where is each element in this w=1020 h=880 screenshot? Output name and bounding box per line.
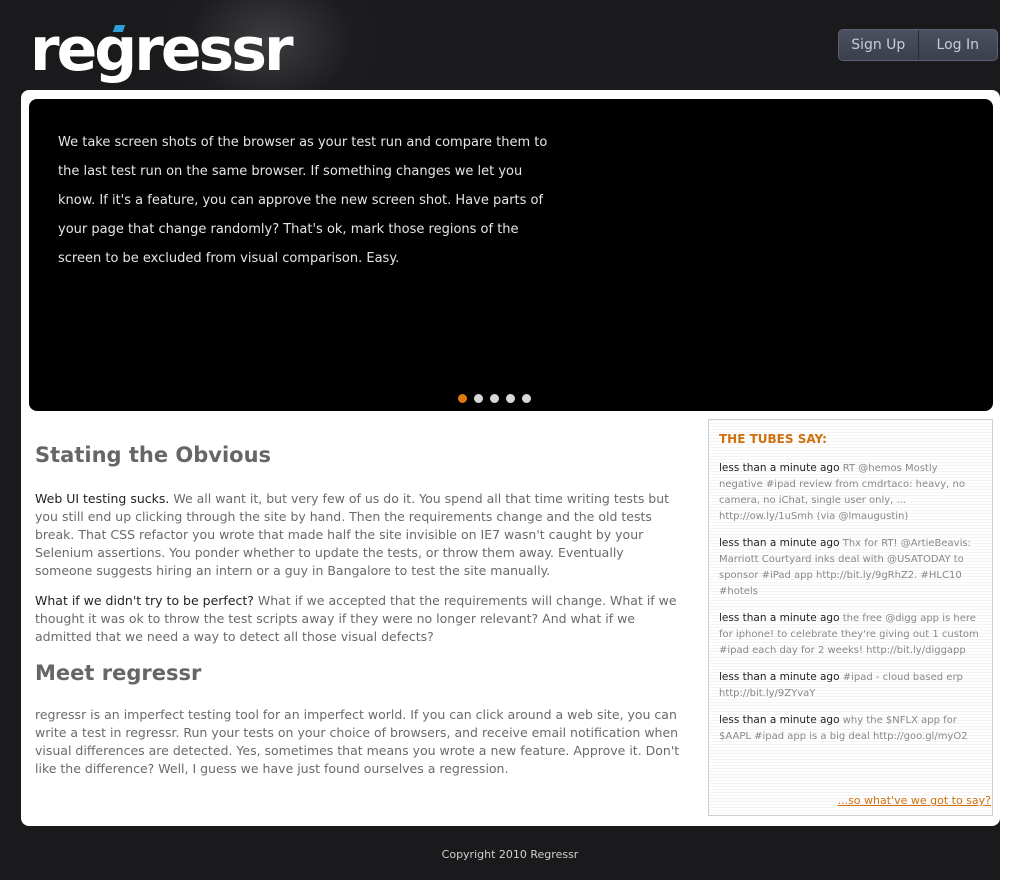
twitter-feed-heading: THE TUBES SAY: (719, 432, 827, 446)
signup-button[interactable]: Sign Up (839, 30, 918, 60)
slide-dot-2[interactable] (474, 394, 483, 403)
tweet-item: less than a minute ago RT @hemos Mostly … (719, 460, 981, 525)
tweet-item: less than a minute ago Thx for RT! @Arti… (719, 535, 981, 600)
site-logo[interactable]: regressr (30, 10, 294, 90)
tweet-item: less than a minute ago #ipad - cloud bas… (719, 669, 981, 702)
hero-text: We take screen shots of the browser as y… (58, 135, 548, 266)
heading-meet-regressr: Meet regressr (35, 661, 202, 685)
slide-indicators (458, 394, 531, 403)
tweet-item: less than a minute ago the free @digg ap… (719, 610, 981, 659)
paragraph-what-if: What if we didn't try to be perfect? Wha… (35, 592, 683, 646)
login-button[interactable]: Log In (919, 30, 998, 60)
tweet-timestamp[interactable]: less than a minute ago (719, 671, 840, 683)
twitter-feed-panel: THE TUBES SAY: less than a minute ago RT… (708, 419, 993, 816)
more-tweets-link[interactable]: ...so what've we got to say? (838, 794, 991, 807)
slide-dot-4[interactable] (506, 394, 515, 403)
paragraph-web-ui-testing: Web UI testing sucks. We all want it, bu… (35, 490, 683, 580)
slide-dot-1[interactable] (458, 394, 467, 403)
hero-slideshow: We take screen shots of the browser as y… (29, 99, 993, 411)
tweet-timestamp[interactable]: less than a minute ago (719, 612, 840, 624)
paragraph-lead: Web UI testing sucks. (35, 491, 170, 506)
paragraph-meet-regressr: regressr is an imperfect testing tool fo… (35, 707, 680, 776)
heading-stating-obvious: Stating the Obvious (35, 443, 272, 467)
footer-copyright: Copyright 2010 Regressr (441, 848, 579, 861)
tweet-timestamp[interactable]: less than a minute ago (719, 714, 840, 726)
tweet-timestamp[interactable]: less than a minute ago (719, 537, 840, 549)
tweet-item: less than a minute ago why the $NFLX app… (719, 712, 981, 745)
auth-buttons: Sign Up Log In (838, 29, 998, 61)
tweet-timestamp[interactable]: less than a minute ago (719, 462, 840, 474)
tweet-list: less than a minute ago RT @hemos Mostly … (719, 460, 981, 755)
paragraph-lead: What if we didn't try to be perfect? (35, 593, 254, 608)
main-content: Stating the Obvious Web UI testing sucks… (35, 440, 683, 790)
logo-text: regressr (30, 15, 294, 85)
slide-dot-5[interactable] (522, 394, 531, 403)
slide-dot-3[interactable] (490, 394, 499, 403)
